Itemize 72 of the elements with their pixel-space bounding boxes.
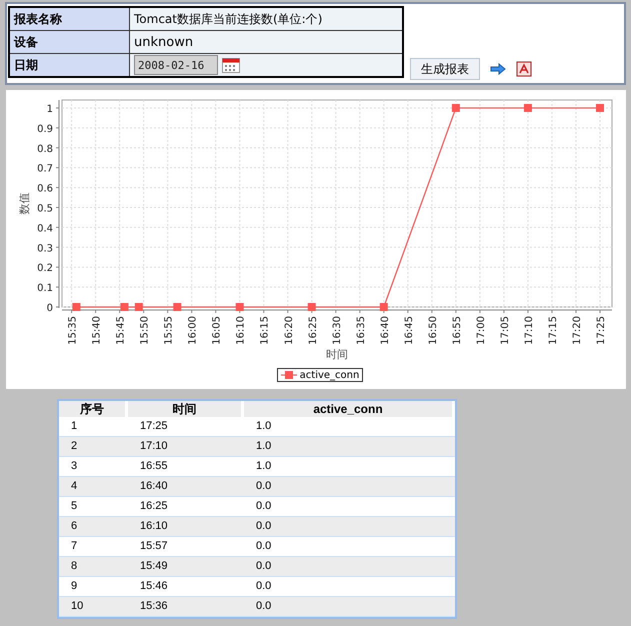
x-tick-label: 16:30: [332, 316, 343, 345]
y-tick-label: 0.4: [37, 223, 53, 234]
table-cell: 0.0: [244, 597, 455, 617]
y-tick-label: 0.9: [37, 124, 53, 135]
legend-label: active_conn: [300, 370, 360, 380]
data-point: [380, 303, 388, 311]
x-tick-label: 15:50: [140, 316, 151, 345]
x-tick-label: 16:00: [188, 316, 199, 345]
y-tick-label: 0.2: [37, 263, 53, 274]
table-cell: 2: [59, 437, 128, 457]
y-tick-label: 0.8: [37, 144, 53, 155]
y-tick-label: 1: [46, 104, 53, 115]
field-value: Tomcat数据库当前连接数(单位:个): [130, 7, 403, 30]
calendar-icon[interactable]: [222, 58, 240, 72]
x-tick-label: 17:15: [548, 316, 559, 345]
x-tick-label: 15:45: [116, 316, 127, 345]
data-point: [120, 303, 128, 311]
field-value: unknown: [130, 30, 403, 54]
table-cell: 8: [59, 557, 128, 577]
table-cell: 15:36: [128, 597, 244, 617]
table-cell: 15:49: [128, 557, 244, 577]
x-tick-label: 16:35: [356, 316, 367, 345]
x-tick-label: 16:45: [404, 316, 415, 345]
table-cell: 0.0: [244, 517, 455, 537]
column-header: active_conn: [244, 401, 455, 417]
y-tick-label: 0.7: [37, 164, 53, 175]
x-tick-label: 17:20: [572, 316, 583, 345]
table-cell: 16:40: [128, 477, 244, 497]
x-tick-label: 17:00: [476, 316, 487, 345]
field-label: 报表名称: [9, 7, 130, 30]
x-tick-label: 15:35: [68, 316, 79, 345]
data-point: [236, 303, 244, 311]
table-cell: 10: [59, 597, 128, 617]
column-header: 时间: [128, 401, 244, 417]
y-tick-label: 0.1: [37, 283, 53, 294]
document-icon[interactable]: [516, 61, 532, 77]
data-point: [134, 303, 143, 311]
x-tick-label: 16:50: [428, 316, 439, 345]
table-cell: 0.0: [244, 557, 455, 577]
x-tick-label: 16:05: [212, 316, 223, 345]
y-tick-label: 0.3: [37, 243, 53, 254]
data-point: [173, 303, 182, 311]
x-tick-label: 16:20: [284, 316, 295, 345]
x-tick-label: 16:15: [260, 316, 271, 345]
x-tick-label: 15:55: [164, 316, 175, 345]
x-tick-label: 15:40: [92, 316, 103, 345]
table-cell: 16:10: [128, 517, 244, 537]
table-cell: 6: [59, 517, 128, 537]
x-axis-label: 时间: [326, 348, 348, 361]
x-tick-label: 16:40: [380, 316, 391, 345]
y-tick-label: 0.5: [37, 203, 53, 214]
generate-report-button[interactable]: 生成报表: [410, 58, 480, 80]
field-label: 设备: [9, 30, 130, 54]
x-tick-label: 16:25: [308, 316, 319, 345]
x-tick-label: 17:25: [596, 316, 607, 345]
table-cell: 17:10: [128, 437, 244, 457]
x-tick-label: 16:55: [452, 316, 463, 345]
table-cell: 0.0: [244, 477, 455, 497]
column-header: 序号: [59, 401, 128, 417]
table-cell: 1.0: [244, 437, 455, 457]
y-tick-label: 0: [46, 303, 53, 314]
data-point: [308, 303, 316, 311]
x-tick-label: 16:10: [236, 316, 247, 345]
date-field[interactable]: 2008-02-16: [134, 55, 218, 75]
y-tick-label: 0.6: [37, 184, 53, 195]
data-point: [72, 303, 80, 311]
y-axis-label: 数值: [18, 192, 31, 214]
table-cell: 4: [59, 477, 128, 497]
arrow-right-icon[interactable]: [490, 63, 506, 75]
field-label: 日期: [9, 54, 130, 77]
x-tick-label: 17:05: [500, 316, 511, 345]
x-tick-label: 17:10: [524, 316, 535, 345]
